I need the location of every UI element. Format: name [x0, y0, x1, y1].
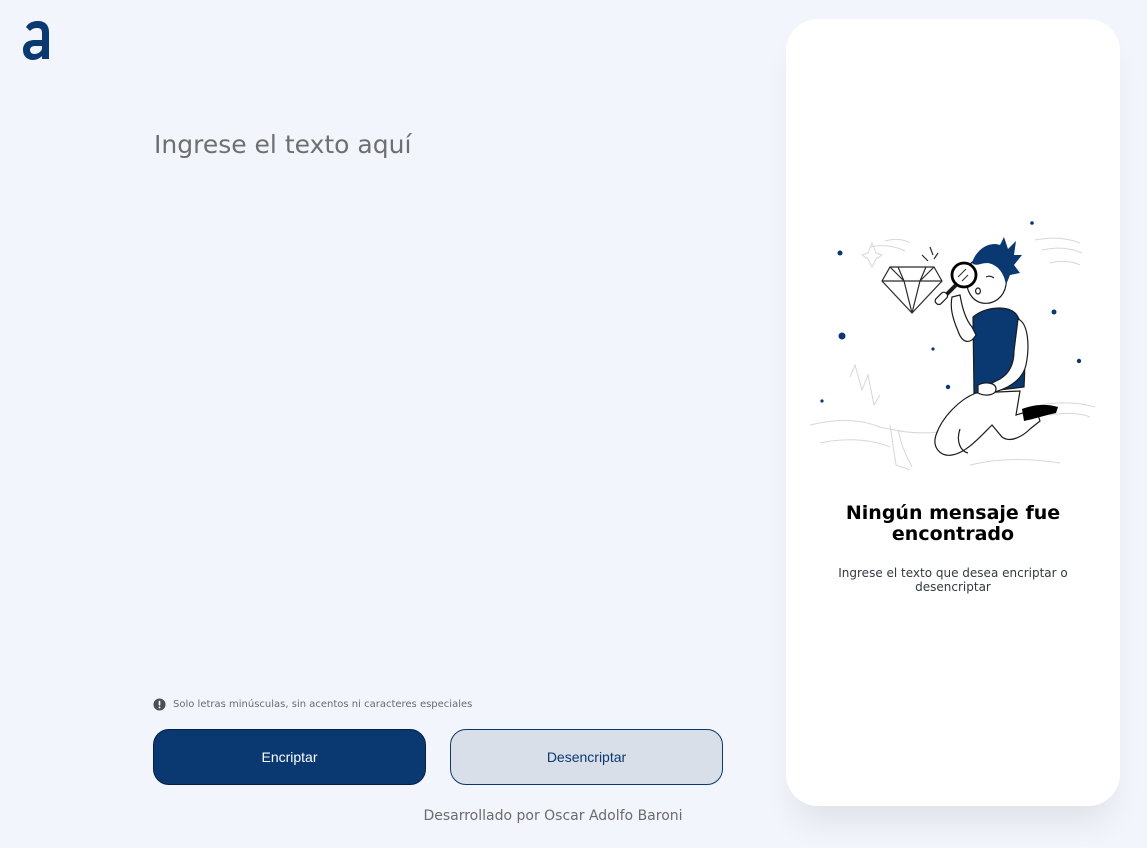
hint-text: Solo letras minúsculas, sin acentos ni c…	[173, 699, 473, 710]
output-panel: Ningún mensaje fue encontrado Ingrese el…	[786, 19, 1120, 806]
encrypt-button[interactable]: Encriptar	[153, 729, 426, 785]
alura-logo-icon	[23, 21, 49, 60]
exclamation-circle-icon	[153, 698, 166, 711]
footer-credit: Desarrollado por Oscar Adolfo Baroni	[423, 808, 683, 824]
panel-title: Ningún mensaje fue encontrado	[845, 502, 1061, 545]
decrypt-button[interactable]: Desencriptar	[450, 729, 723, 785]
input-hint: Solo letras minúsculas, sin acentos ni c…	[153, 698, 472, 711]
text-input[interactable]	[152, 128, 726, 687]
panel-subtitle: Ingrese el texto que desea encriptar o d…	[838, 566, 1068, 594]
person-with-magnifying-glass-illustration	[810, 221, 1096, 471]
